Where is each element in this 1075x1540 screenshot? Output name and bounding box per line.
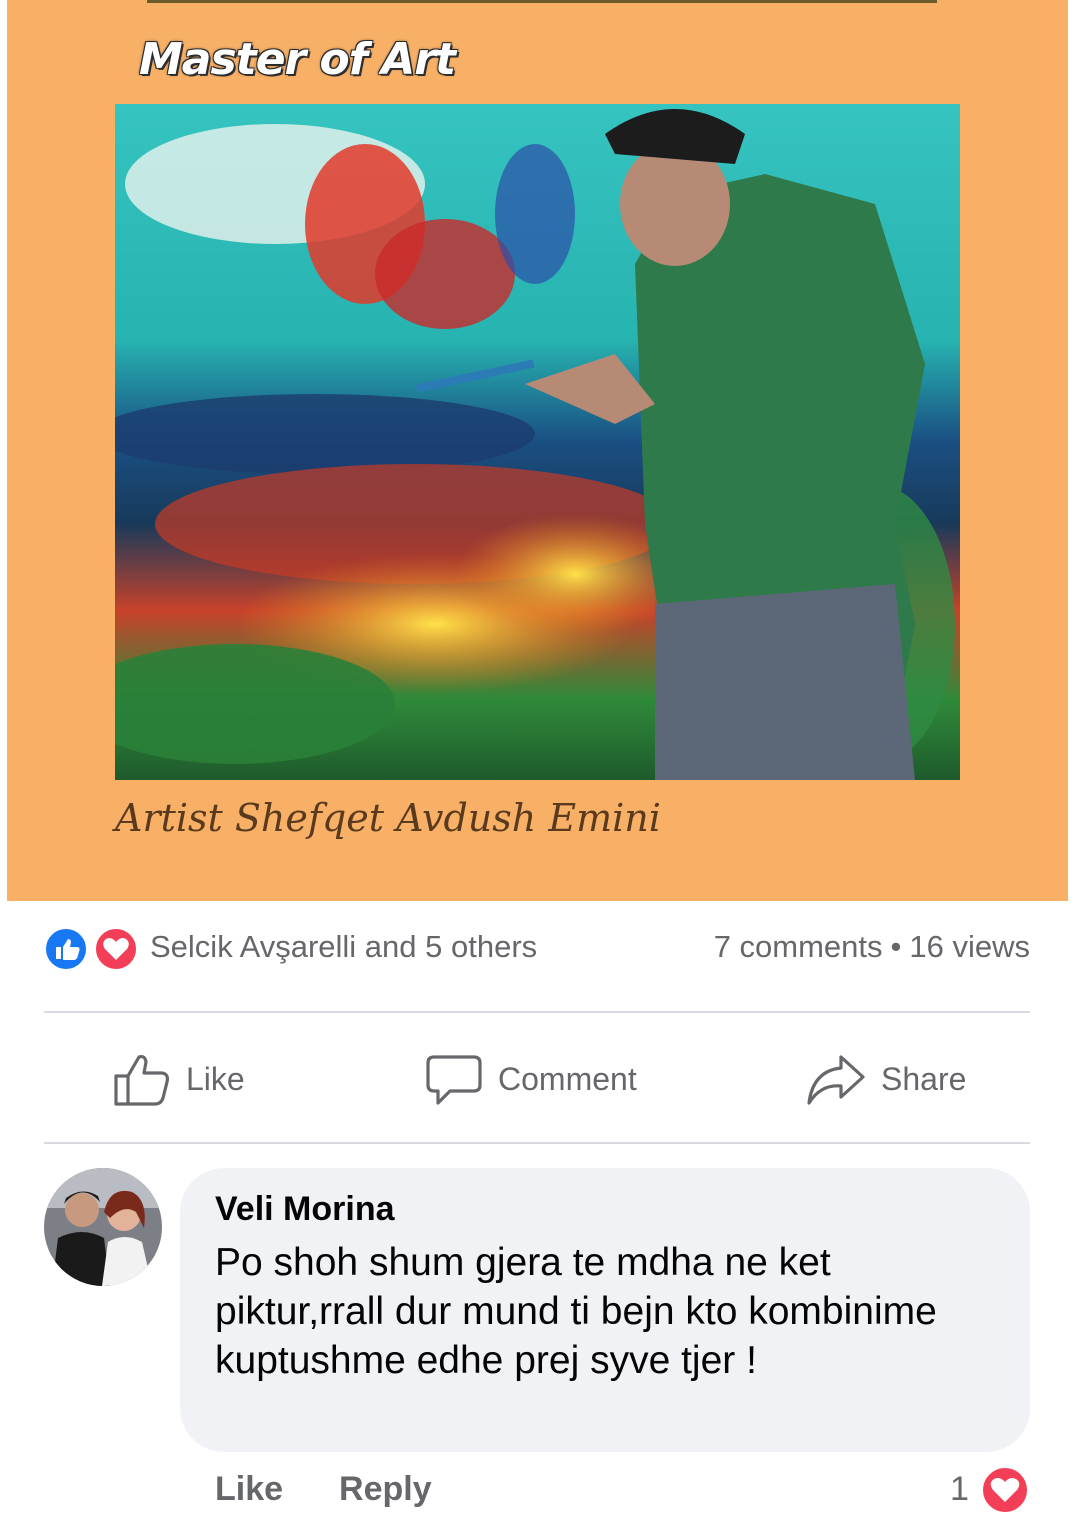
comment-actions: Like Reply [215, 1470, 488, 1509]
comment-bubble[interactable]: Veli Morina Po shoh shum gjera te mdha n… [180, 1168, 1030, 1452]
share-button[interactable]: Share [805, 1044, 966, 1114]
like-button[interactable]: Like [112, 1044, 245, 1114]
reactions-summary[interactable]: Selcik Avşarelli and 5 others 7 comments… [44, 925, 1030, 971]
views-count: 16 views [909, 929, 1030, 964]
avatar-photo [44, 1168, 162, 1286]
divider-top [44, 1011, 1030, 1013]
reaction-icons [44, 927, 138, 971]
reacted-by-text[interactable]: Selcik Avşarelli and 5 others [150, 929, 537, 965]
thumbs-up-icon [114, 1054, 170, 1106]
comment-reply-button[interactable]: Reply [339, 1470, 432, 1508]
comments-count[interactable]: 7 comments [714, 929, 883, 964]
comment-reaction-count[interactable]: 1 [950, 1470, 969, 1509]
comment-text: Po shoh shum gjera te mdha ne ket piktur… [215, 1241, 937, 1382]
comment-like-button[interactable]: Like [215, 1470, 283, 1508]
commenter-avatar[interactable] [44, 1168, 162, 1286]
divider-bottom [44, 1142, 1030, 1144]
comment-author[interactable]: Veli Morina [215, 1190, 395, 1229]
share-label: Share [881, 1060, 967, 1097]
love-icon[interactable] [980, 1465, 1030, 1515]
poster-top-strip [147, 0, 937, 3]
comment-label: Comment [498, 1060, 637, 1097]
brand-title: Master of Art [139, 34, 456, 85]
share-arrow-icon [807, 1055, 865, 1105]
artist-caption: Artist Shefqet Avdush Emini [115, 796, 661, 840]
comment-bubble-icon [426, 1055, 482, 1105]
like-label: Like [186, 1060, 245, 1097]
abstract-painting-with-artist [115, 104, 960, 780]
like-icon [44, 927, 88, 971]
love-icon [94, 927, 138, 971]
post-image[interactable]: Master of Art Artist Shefqet Avdush Emin… [7, 0, 1068, 901]
stats-separator: • [890, 929, 902, 964]
post-stats: 7 comments • 16 views [714, 929, 1030, 965]
comment-button[interactable]: Comment [424, 1044, 637, 1114]
